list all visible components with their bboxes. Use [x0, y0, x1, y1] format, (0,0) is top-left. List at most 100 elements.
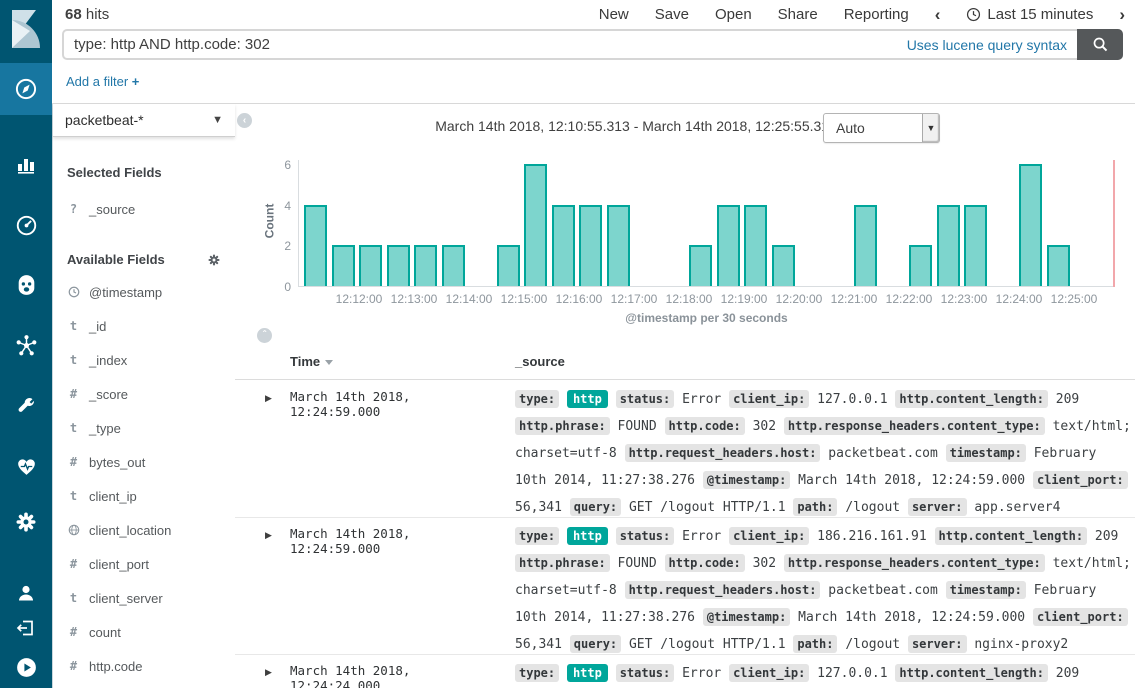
- expand-row-button[interactable]: ▶: [265, 393, 272, 404]
- nav-logout[interactable]: [0, 612, 52, 644]
- field-type-letter: #: [70, 387, 77, 401]
- nav-monitoring[interactable]: [0, 444, 52, 488]
- field-key-badge: http.request_headers.host:: [625, 444, 821, 462]
- nav-collapse-toggle[interactable]: [0, 651, 52, 683]
- nav-discover[interactable]: [0, 63, 52, 115]
- chevron-down-icon: ▼: [212, 114, 223, 126]
- table-row: ▶March 14th 2018, 12:24:24.000type: http…: [235, 655, 1135, 688]
- field-item--score[interactable]: #_score: [53, 377, 235, 411]
- field-name: bytes_out: [89, 455, 145, 470]
- field-item--type[interactable]: t_type: [53, 411, 235, 445]
- histogram-bar-12:11:00[interactable]: [304, 205, 327, 286]
- field-key-badge: type:: [515, 527, 559, 545]
- search-icon: [1092, 36, 1109, 53]
- histogram-bar-12:19:30[interactable]: [772, 245, 795, 286]
- time-forward-button[interactable]: ›: [1119, 6, 1125, 23]
- histogram-bar-12:19:00[interactable]: [744, 205, 767, 286]
- field-item-client-ip[interactable]: tclient_ip: [53, 479, 235, 513]
- field-settings-button[interactable]: [207, 253, 221, 267]
- histogram-bar-12:13:30[interactable]: [442, 245, 465, 286]
- field-item--id[interactable]: t_id: [53, 309, 235, 343]
- histogram-bar-12:23:00[interactable]: [964, 205, 987, 286]
- nav-management[interactable]: [0, 500, 52, 544]
- menu-item-save[interactable]: Save: [655, 6, 689, 23]
- time-column-header[interactable]: Time: [290, 354, 333, 369]
- top-header: 68 hits New Save Open Share Reporting ‹ Last…: [52, 0, 1135, 104]
- histogram-bar-12:18:30[interactable]: [717, 205, 740, 286]
- field-item-client-port[interactable]: #client_port: [53, 547, 235, 581]
- menu-item-open[interactable]: Open: [715, 6, 752, 23]
- nav-dev-tools[interactable]: [0, 384, 52, 428]
- y-tick-label: 2: [269, 239, 291, 253]
- histogram-bar-12:15:00[interactable]: [524, 164, 547, 286]
- field-type-letter: t: [70, 489, 77, 503]
- fields-panel: packetbeat-* ▼ Selected Fields ?_source …: [52, 104, 235, 688]
- nav-dashboard[interactable]: [0, 203, 52, 247]
- field-name: _source: [89, 202, 135, 217]
- field-key-badge: status:: [616, 390, 675, 408]
- nav-account[interactable]: [0, 577, 52, 609]
- kibana-logo-icon: [8, 8, 44, 50]
- expand-row-button[interactable]: ▶: [265, 530, 272, 541]
- timelion-mask-icon: [14, 273, 39, 298]
- gear-icon: [14, 510, 38, 534]
- search-button[interactable]: [1077, 29, 1123, 60]
- time-picker-button[interactable]: Last 15 minutes: [966, 6, 1093, 23]
- field-key-badge: path:: [793, 635, 837, 653]
- index-pattern-selector[interactable]: packetbeat-* ▼: [53, 104, 235, 137]
- histogram-bar-12:16:30[interactable]: [607, 205, 630, 286]
- bar-chart-icon: [14, 152, 38, 176]
- histogram-bar-12:22:30[interactable]: [937, 205, 960, 286]
- nav-visualize[interactable]: [0, 142, 52, 186]
- menu-item-new[interactable]: New: [599, 6, 629, 23]
- collapse-histogram-button[interactable]: ˆ: [257, 328, 272, 343]
- interval-select[interactable]: Auto ▼: [823, 113, 940, 143]
- field-item-count[interactable]: #count: [53, 615, 235, 649]
- top-menu: New Save Open Share Reporting ‹ Last 15 minu…: [599, 6, 1125, 23]
- table-row: ▶March 14th 2018, 12:24:59.000type: http…: [235, 381, 1135, 518]
- play-circle-icon: [14, 655, 39, 680]
- row-time: March 14th 2018, 12:24:59.000: [290, 389, 508, 419]
- gauge-icon: [14, 213, 39, 238]
- histogram-bar-12:15:30[interactable]: [552, 205, 575, 286]
- hits-count: 68 hits: [65, 6, 109, 23]
- histogram-bar-12:13:00[interactable]: [414, 245, 437, 286]
- field-key-badge: http.content_length:: [895, 390, 1048, 408]
- lucene-syntax-link[interactable]: Uses lucene query syntax: [907, 37, 1067, 53]
- field-item--timestamp[interactable]: @timestamp: [53, 275, 235, 309]
- field-item--source[interactable]: ?_source: [53, 192, 235, 226]
- field-item-client-server[interactable]: tclient_server: [53, 581, 235, 615]
- field-item-http-code[interactable]: #http.code: [53, 649, 235, 683]
- time-back-button[interactable]: ‹: [935, 6, 941, 23]
- histogram-bar-12:14:30[interactable]: [497, 245, 520, 286]
- add-filter-button[interactable]: Add a filter +: [66, 74, 139, 89]
- field-type-letter: #: [70, 557, 77, 571]
- expand-row-button[interactable]: ▶: [265, 667, 272, 678]
- field-item--index[interactable]: t_index: [53, 343, 235, 377]
- globe-icon: [68, 524, 80, 536]
- histogram-bar-12:11:30[interactable]: [332, 245, 355, 286]
- field-type-letter: #: [70, 455, 77, 469]
- nav-timelion[interactable]: [0, 263, 52, 307]
- histogram-plot: 12:12:0012:13:0012:14:0012:15:0012:16:00…: [298, 160, 1115, 287]
- menu-item-share[interactable]: Share: [778, 6, 818, 23]
- menu-item-reporting[interactable]: Reporting: [844, 6, 909, 23]
- histogram-bar-12:12:00[interactable]: [359, 245, 382, 286]
- histogram-bar-12:18:00[interactable]: [689, 245, 712, 286]
- table-row: ▶March 14th 2018, 12:24:59.000type: http…: [235, 518, 1135, 655]
- field-key-badge: http.code:: [665, 554, 745, 572]
- histogram-bar-12:21:00[interactable]: [854, 205, 877, 286]
- field-item-client-location[interactable]: client_location: [53, 513, 235, 547]
- nav-machine-learning[interactable]: [0, 323, 52, 367]
- histogram-bar-12:12:30[interactable]: [387, 245, 410, 286]
- histogram-bar-12:24:30[interactable]: [1047, 245, 1070, 286]
- field-item-bytes-out[interactable]: # bytes_out: [53, 445, 235, 479]
- selected-fields-list: ?_source: [53, 192, 235, 226]
- field-key-badge: http.phrase:: [515, 417, 610, 435]
- histogram-bar-12:16:00[interactable]: [579, 205, 602, 286]
- search-input[interactable]: [64, 36, 907, 53]
- histogram-bar-12:22:00[interactable]: [909, 245, 932, 286]
- field-key-badge: client_port:: [1033, 471, 1128, 489]
- histogram-bar-12:24:00[interactable]: [1019, 164, 1042, 286]
- kibana-logo[interactable]: [0, 0, 52, 58]
